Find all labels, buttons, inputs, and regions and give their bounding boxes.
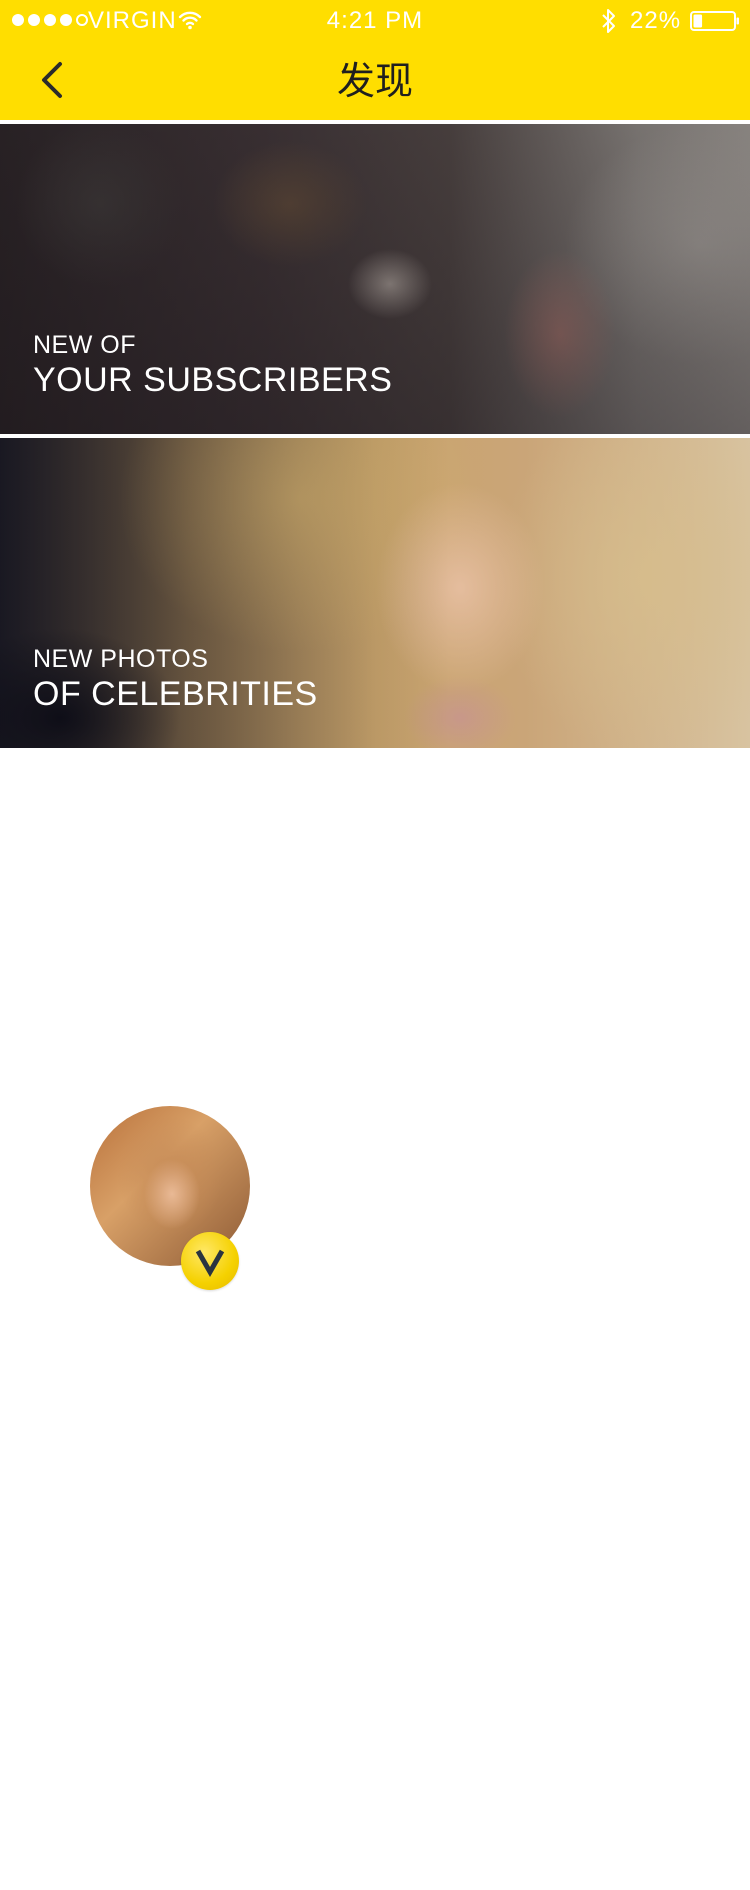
verified-badge-letter: [195, 1249, 225, 1278]
banner-subtitle: NEW OF: [33, 331, 136, 359]
banner-caption: NEW OF YOUR SUBSCRIBERS: [33, 330, 392, 400]
verified-v-icon: [181, 1232, 239, 1290]
subscribers-banner[interactable]: NEW OF YOUR SUBSCRIBERS: [0, 124, 750, 434]
banner-title: YOUR SUBSCRIBERS: [33, 361, 393, 399]
navigation-bar: 发现: [0, 42, 750, 120]
celebrities-banner[interactable]: NEW PHOTOS OF CELEBRITIES: [0, 438, 750, 748]
banner-caption: NEW PHOTOS OF CELEBRITIES: [33, 644, 318, 714]
battery-percentage: 22%: [630, 7, 682, 34]
page-title: 发现: [336, 59, 413, 103]
status-bar: VIRGIN 4:21 PM 22%: [0, 0, 750, 42]
header: VIRGIN 4:21 PM 22% 发现: [0, 0, 750, 120]
bluetooth-icon: [602, 9, 615, 33]
battery-icon: [690, 11, 739, 31]
banner-title: OF CELEBRITIES: [33, 675, 318, 713]
banner-subtitle: NEW PHOTOS: [33, 645, 209, 673]
